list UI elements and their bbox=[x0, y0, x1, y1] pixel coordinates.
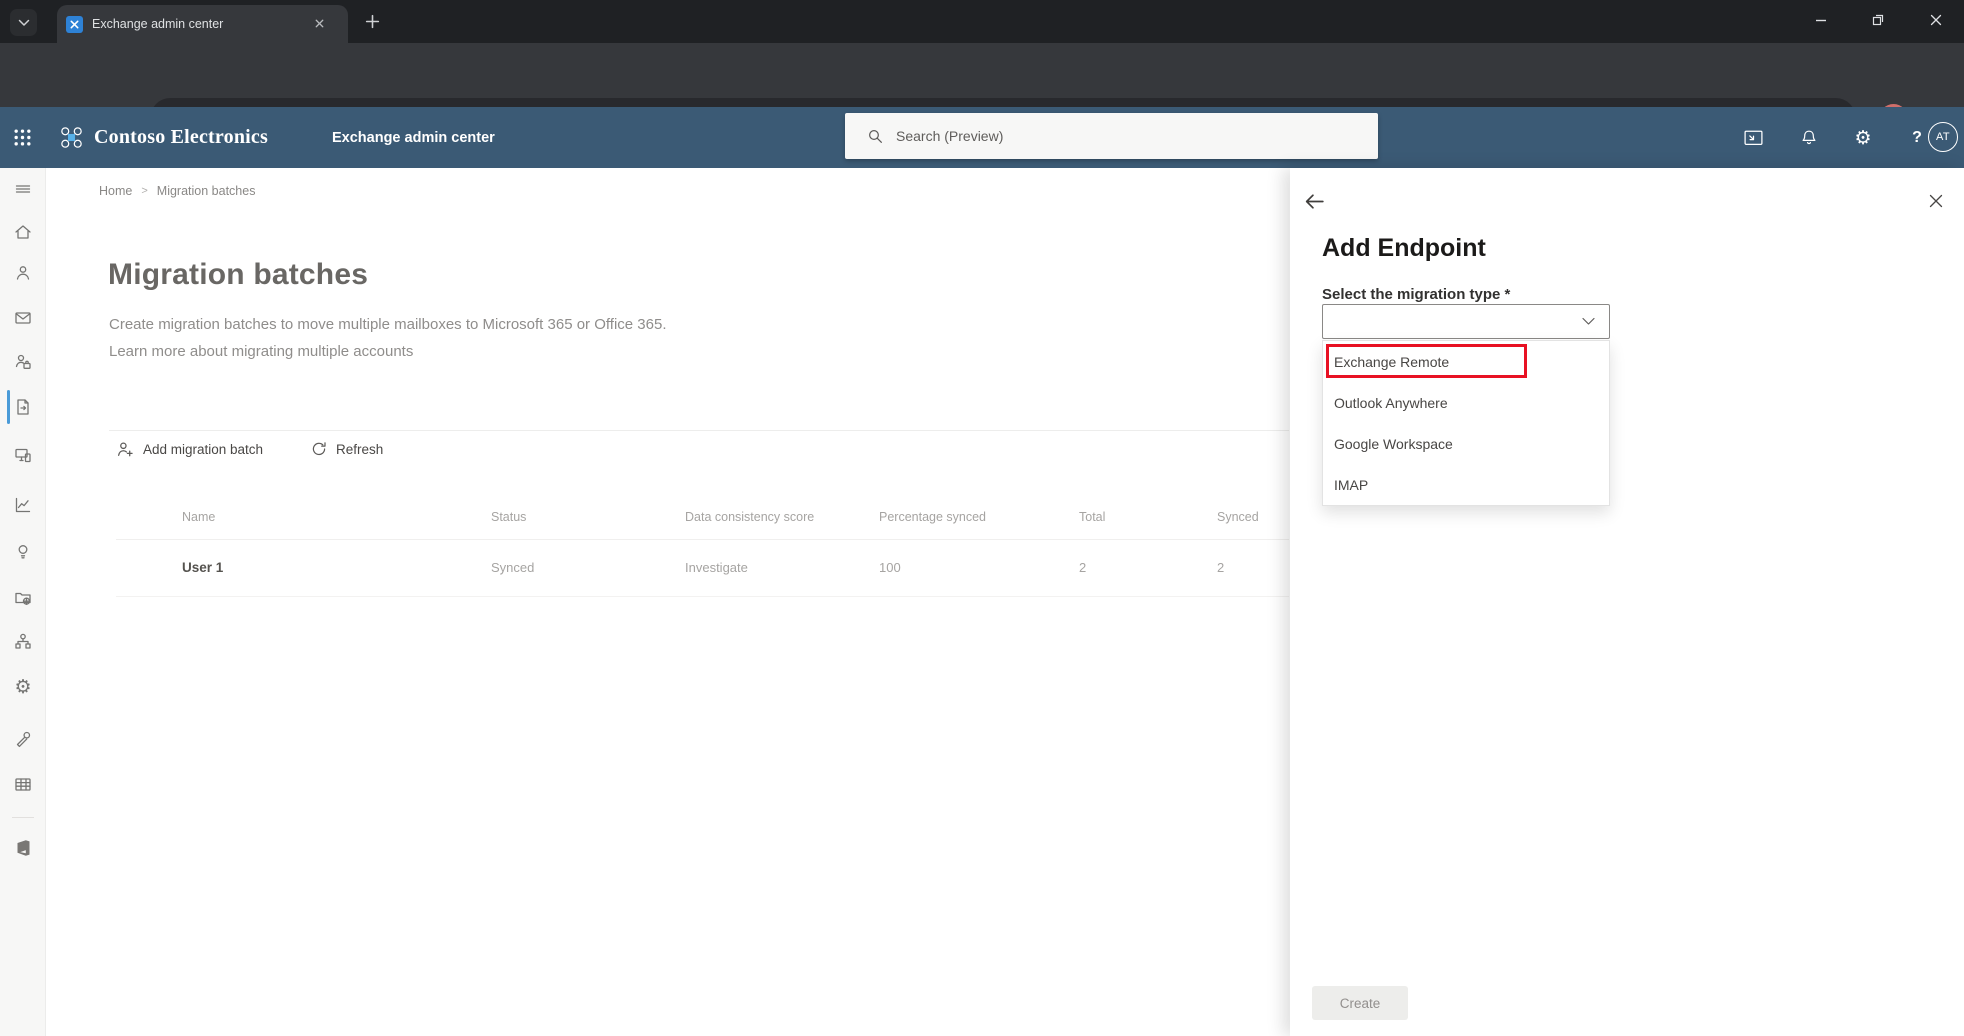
chevron-down-icon bbox=[18, 19, 30, 27]
search-icon bbox=[867, 128, 884, 145]
tab-title: Exchange admin center bbox=[92, 17, 223, 31]
add-migration-batch-label: Add migration batch bbox=[143, 442, 263, 457]
page-description: Create migration batches to move multipl… bbox=[109, 316, 666, 333]
sidebar-divider bbox=[12, 817, 34, 818]
person-icon[interactable] bbox=[0, 263, 46, 283]
cell-status: Synced bbox=[491, 560, 534, 575]
toolbar-divider bbox=[109, 430, 1289, 431]
panel-title: Add Endpoint bbox=[1322, 234, 1486, 263]
settings-gear-icon[interactable]: ⚙ bbox=[1846, 107, 1880, 168]
avatar-initials: AT bbox=[1936, 131, 1950, 143]
browser-tab-strip: Exchange admin center bbox=[0, 0, 1964, 43]
highlight-box bbox=[1326, 344, 1527, 378]
org-chart-icon[interactable] bbox=[0, 632, 46, 652]
cell-percentage-synced: 100 bbox=[879, 560, 901, 575]
browser-tab[interactable]: Exchange admin center bbox=[57, 5, 348, 43]
wrench-icon[interactable] bbox=[0, 730, 46, 750]
refresh-icon bbox=[310, 440, 328, 458]
panel-close-icon[interactable] bbox=[1928, 193, 1944, 209]
gear-icon[interactable]: ⚙ bbox=[0, 676, 46, 698]
column-header-status[interactable]: Status bbox=[491, 510, 526, 524]
create-button[interactable]: Create bbox=[1312, 986, 1408, 1020]
breadcrumb: Home > Migration batches bbox=[99, 184, 255, 198]
table-header-divider bbox=[116, 539, 1289, 540]
add-migration-batch-button[interactable]: Add migration batch bbox=[116, 440, 263, 459]
breadcrumb-current: Migration batches bbox=[157, 184, 256, 198]
migration-type-dropdown[interactable] bbox=[1322, 304, 1610, 339]
contoso-logo-icon[interactable] bbox=[58, 124, 85, 151]
waffle-menu-icon[interactable] bbox=[13, 128, 32, 147]
learn-more-link[interactable]: Learn more about migrating multiple acco… bbox=[109, 343, 413, 360]
app-name: Exchange admin center bbox=[332, 107, 495, 168]
hamburger-icon[interactable] bbox=[0, 179, 46, 199]
column-header-percentage-synced[interactable]: Percentage synced bbox=[879, 510, 986, 524]
cell-data-consistency-score: Investigate bbox=[685, 560, 748, 575]
breadcrumb-separator: > bbox=[141, 185, 147, 197]
left-nav-sidebar: ⚙ bbox=[0, 168, 46, 1036]
window-minimize-button[interactable] bbox=[1813, 12, 1829, 28]
line-chart-icon[interactable] bbox=[0, 495, 46, 515]
person-lock-icon[interactable] bbox=[0, 352, 46, 372]
browser-toolbar: admin.exchange.microsoft.com/#/migration… bbox=[0, 43, 1964, 107]
suite-header: Contoso Electronics Exchange admin cente… bbox=[0, 107, 1964, 168]
column-header-data-consistency-score[interactable]: Data consistency score bbox=[685, 510, 814, 524]
exchange-favicon bbox=[66, 16, 83, 33]
refresh-button[interactable]: Refresh bbox=[310, 440, 383, 458]
devices-icon[interactable] bbox=[0, 445, 46, 465]
notifications-bell-icon[interactable] bbox=[1792, 107, 1826, 168]
add-person-icon bbox=[116, 440, 135, 459]
column-header-name[interactable]: Name bbox=[182, 510, 215, 524]
home-icon[interactable] bbox=[0, 222, 46, 242]
window-close-button[interactable] bbox=[1928, 12, 1944, 28]
column-header-total[interactable]: Total bbox=[1079, 510, 1105, 524]
new-tab-button[interactable] bbox=[364, 13, 381, 30]
folder-globe-icon[interactable] bbox=[0, 588, 46, 608]
panel-back-icon[interactable] bbox=[1303, 190, 1326, 213]
account-avatar[interactable]: AT bbox=[1928, 122, 1958, 152]
migration-page-icon[interactable] bbox=[0, 397, 46, 417]
breadcrumb-home-link[interactable]: Home bbox=[99, 184, 132, 198]
add-endpoint-panel: Add Endpoint Select the migration type *… bbox=[1290, 168, 1964, 1036]
office-logo-icon[interactable] bbox=[0, 838, 46, 858]
screen: Exchange admin center adm bbox=[0, 0, 1964, 1036]
mail-icon[interactable] bbox=[0, 308, 46, 328]
table-row-divider bbox=[116, 596, 1289, 597]
lightbulb-icon[interactable] bbox=[0, 542, 46, 562]
migration-type-label: Select the migration type * bbox=[1322, 286, 1510, 303]
cell-total: 2 bbox=[1079, 560, 1086, 575]
search-box[interactable] bbox=[845, 113, 1378, 159]
refresh-label: Refresh bbox=[336, 442, 383, 457]
powershell-window-icon[interactable] bbox=[1736, 107, 1770, 168]
cell-synced: 2 bbox=[1217, 560, 1224, 575]
option-google-workspace[interactable]: Google Workspace bbox=[1334, 429, 1594, 459]
column-header-synced[interactable]: Synced bbox=[1217, 510, 1259, 524]
org-name[interactable]: Contoso Electronics bbox=[94, 107, 268, 168]
search-input[interactable] bbox=[894, 127, 1338, 145]
page-title: Migration batches bbox=[108, 258, 368, 292]
option-outlook-anywhere[interactable]: Outlook Anywhere bbox=[1334, 388, 1594, 418]
table-grid-icon[interactable] bbox=[0, 775, 46, 795]
window-restore-button[interactable] bbox=[1870, 12, 1886, 28]
cell-name: User 1 bbox=[182, 560, 223, 575]
option-imap[interactable]: IMAP bbox=[1334, 470, 1594, 500]
tab-search-button[interactable] bbox=[10, 9, 37, 36]
chevron-down-icon bbox=[1582, 317, 1595, 326]
tab-close-icon[interactable] bbox=[313, 17, 326, 30]
